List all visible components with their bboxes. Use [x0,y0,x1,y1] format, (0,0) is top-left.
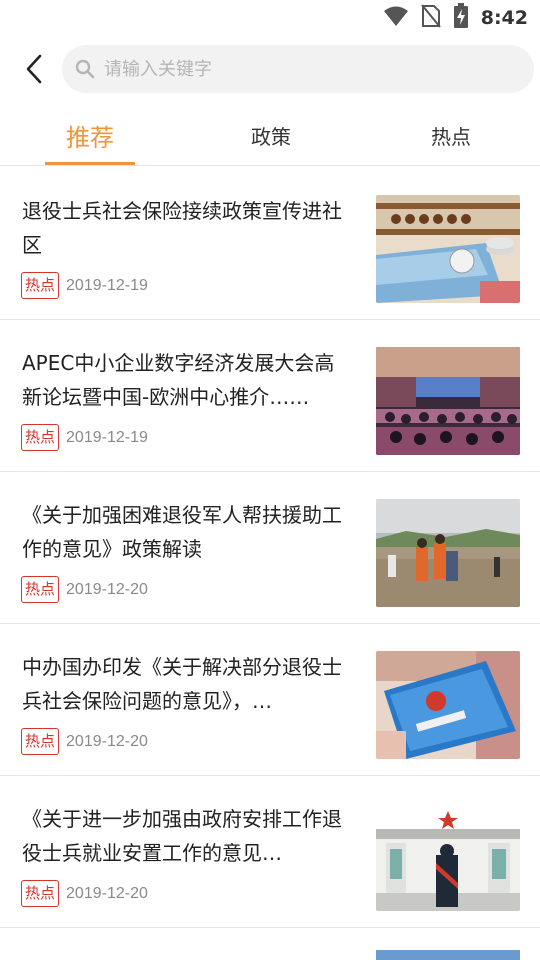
news-meta: 热点 2019-12-20 [21,576,148,603]
news-date: 2019-12-19 [66,428,148,446]
no-sim-icon [420,4,441,32]
news-thumbnail [376,950,520,960]
news-date: 2019-12-20 [66,580,148,598]
news-thumbnail [376,347,520,455]
status-time: 8:42 [480,7,528,29]
active-tab-indicator [45,162,135,165]
news-date: 2019-12-19 [66,276,148,294]
news-item[interactable]: APEC中小企业数字经济发展大会高新论坛暨中国-欧洲中心推介…… 热点 2019… [0,320,540,472]
news-title: 退役士兵社会保险接续政策宣传进社区 [22,199,342,257]
status-bar: 8:42 [0,0,540,36]
hot-badge: 热点 [21,424,60,451]
news-item-partial[interactable] [0,928,540,960]
news-meta: 热点 2019-12-20 [21,728,148,755]
news-meta: 热点 2019-12-20 [21,880,148,907]
hot-badge: 热点 [21,728,60,755]
news-item[interactable]: 《关于加强困难退役军人帮扶援助工作的意见》政策解读 热点 2019-12-20 [0,472,540,624]
battery-charging-icon [453,3,469,33]
news-title: 《关于加强困难退役军人帮扶援助工作的意见》政策解读 [22,503,342,561]
news-thumbnail [376,651,520,759]
news-thumbnail [376,803,520,911]
search-box[interactable] [62,45,534,93]
tab-policy[interactable]: 政策 [226,104,316,166]
back-button[interactable] [14,49,54,89]
hot-badge: 热点 [21,880,60,907]
status-icons: 8:42 [383,3,528,33]
search-row [0,44,540,94]
news-thumbnail [376,195,520,303]
news-title: APEC中小企业数字经济发展大会高新论坛暨中国-欧洲中心推介…… [22,351,335,409]
tab-hot[interactable]: 热点 [406,104,496,166]
news-title: 《关于进一步加强由政府安排工作退役士兵就业安置工作的意见… [22,807,342,865]
news-title: 中办国办印发《关于解决部分退役士兵社会保险问题的意见》，… [22,655,342,713]
news-meta: 热点 2019-12-19 [21,424,148,451]
search-icon [74,58,96,80]
news-item[interactable]: 中办国办印发《关于解决部分退役士兵社会保险问题的意见》，… 热点 2019-12… [0,624,540,776]
news-item[interactable]: 退役士兵社会保险接续政策宣传进社区 热点 2019-12-19 [0,168,540,320]
search-input[interactable] [104,58,504,80]
news-list: 退役士兵社会保险接续政策宣传进社区 热点 2019-12-19 APEC中小企业… [0,168,540,960]
news-thumbnail [376,499,520,607]
tab-recommended[interactable]: 推荐 [45,104,135,166]
category-tabs: 推荐 政策 热点 [0,104,540,166]
news-item[interactable]: 《关于进一步加强由政府安排工作退役士兵就业安置工作的意见… 热点 2019-12… [0,776,540,928]
news-meta: 热点 2019-12-19 [21,272,148,299]
news-date: 2019-12-20 [66,884,148,902]
chevron-left-icon [26,54,42,84]
wifi-icon [383,5,409,31]
news-date: 2019-12-20 [66,732,148,750]
hot-badge: 热点 [21,272,60,299]
hot-badge: 热点 [21,576,60,603]
